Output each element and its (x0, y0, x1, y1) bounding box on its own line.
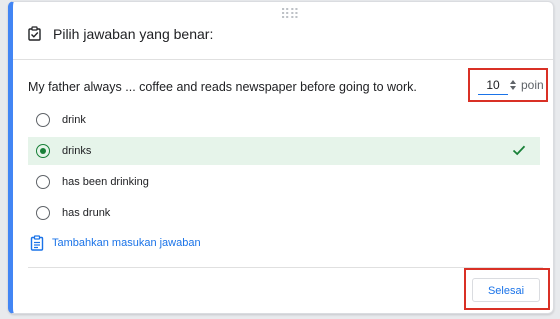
radio-button[interactable] (36, 175, 50, 189)
points-stepper[interactable] (508, 76, 518, 94)
option-drink[interactable]: drink (28, 106, 540, 134)
drag-handle-icon[interactable]: ⠿⠿ (280, 7, 299, 21)
clipboard-icon (30, 235, 44, 251)
option-label: has been drinking (62, 176, 149, 188)
question-card: ⠿⠿ Pilih jawaban yang benar: My father a… (8, 1, 554, 314)
radio-button-selected[interactable] (36, 144, 50, 158)
option-drinks[interactable]: drinks (28, 137, 540, 165)
add-feedback-label[interactable]: Tambahkan masukan jawaban (52, 237, 201, 249)
radio-button[interactable] (36, 113, 50, 127)
option-label: drinks (62, 145, 92, 157)
done-highlight-box: Selesai (464, 268, 550, 310)
checkmark-icon (512, 145, 526, 156)
header-title: Pilih jawaban yang benar: (53, 26, 214, 42)
option-label: has drunk (62, 207, 111, 219)
spin-down-icon[interactable] (510, 86, 516, 90)
option-label: drink (62, 114, 86, 126)
points-input[interactable]: 10 (478, 76, 508, 95)
spin-up-icon[interactable] (510, 80, 516, 84)
card-header: Pilih jawaban yang benar: (27, 24, 213, 44)
add-feedback-link[interactable]: Tambahkan masukan jawaban (30, 235, 201, 251)
option-has-drunk[interactable]: has drunk (28, 199, 540, 227)
divider (13, 59, 553, 60)
points-label: poin (521, 78, 544, 92)
option-has-been-drinking[interactable]: has been drinking (28, 168, 540, 196)
radio-button[interactable] (36, 206, 50, 220)
points-highlight-box: 10 poin (468, 68, 548, 102)
done-button[interactable]: Selesai (472, 278, 540, 302)
question-text: My father always ... coffee and reads ne… (28, 80, 417, 94)
checkbox-icon (28, 26, 41, 41)
